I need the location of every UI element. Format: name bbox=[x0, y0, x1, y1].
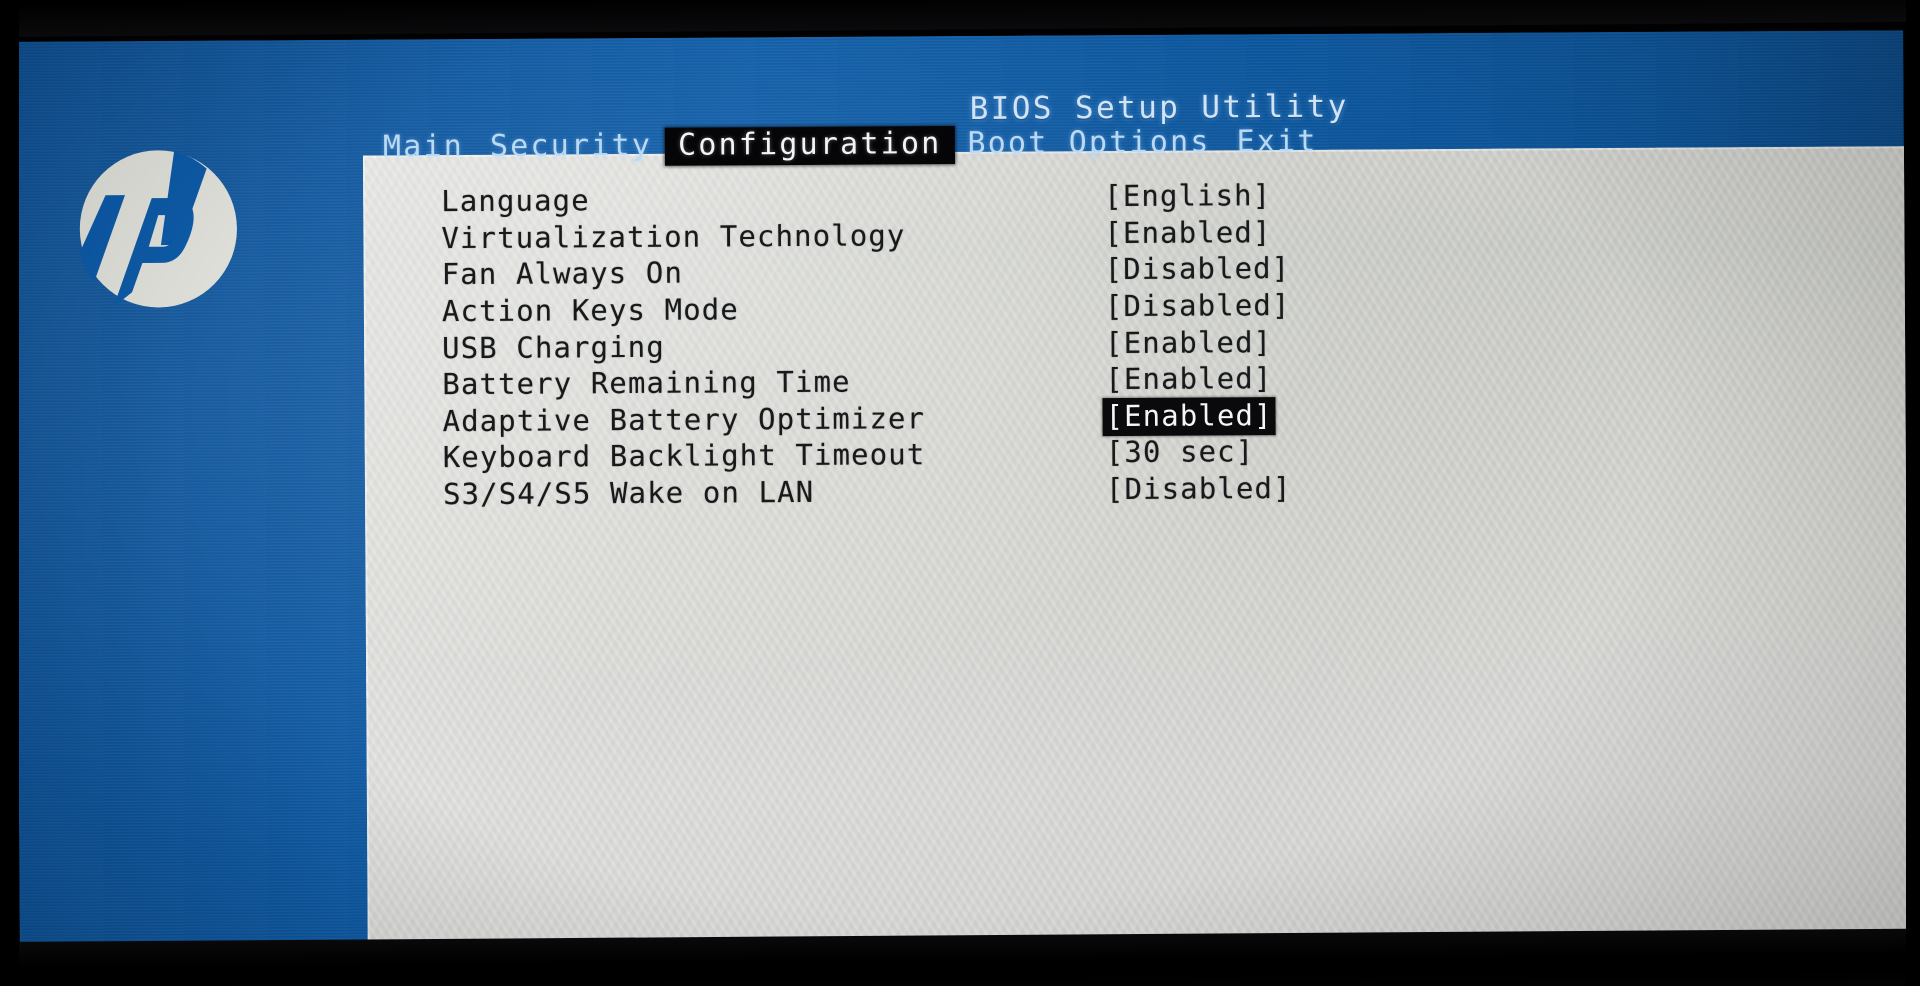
settings-panel: Language [English] Virtualization Techno… bbox=[362, 146, 1909, 950]
menu-item-exit[interactable]: Exit bbox=[1223, 123, 1330, 162]
setting-label: Fan Always On bbox=[441, 256, 684, 292]
setting-label: S3/S4/S5 Wake on LAN bbox=[442, 474, 815, 512]
setting-label: Keyboard Backlight Timeout bbox=[442, 437, 926, 475]
laptop-screen-photo: BIOS Setup Utility Main Security Configu… bbox=[0, 0, 1920, 986]
setting-label: Adaptive Battery Optimizer bbox=[442, 401, 926, 439]
setting-label: Language bbox=[441, 183, 590, 219]
setting-value[interactable]: [Enabled] bbox=[1102, 360, 1275, 399]
setting-row-s3-s4-s5-wake-on-lan[interactable]: S3/S4/S5 Wake on LAN [Disabled] bbox=[443, 467, 1909, 513]
setting-value[interactable]: [Enabled] bbox=[1102, 324, 1275, 363]
menu-item-configuration[interactable]: Configuration bbox=[664, 125, 955, 167]
setting-label: Battery Remaining Time bbox=[442, 364, 851, 402]
menu-item-security[interactable]: Security bbox=[477, 128, 665, 168]
setting-value[interactable]: [Disabled] bbox=[1102, 287, 1294, 326]
setting-label: Virtualization Technology bbox=[441, 218, 906, 256]
bezel-left bbox=[0, 0, 19, 986]
page-title: BIOS Setup Utility bbox=[969, 88, 1349, 127]
setting-label: Action Keys Mode bbox=[441, 292, 739, 329]
setting-value[interactable]: [Disabled] bbox=[1103, 470, 1295, 509]
bios-screen: BIOS Setup Utility Main Security Configu… bbox=[14, 30, 1909, 950]
setting-value[interactable]: [English] bbox=[1101, 177, 1274, 216]
menu-item-boot-options[interactable]: Boot Options bbox=[954, 124, 1223, 164]
menu-bar: Main Security Configuration Boot Options… bbox=[370, 124, 1331, 168]
setting-label: USB Charging bbox=[442, 329, 665, 365]
setting-value[interactable]: [Enabled] bbox=[1101, 214, 1274, 253]
setting-value-selected[interactable]: [Enabled] bbox=[1102, 396, 1276, 436]
menu-item-main[interactable]: Main bbox=[370, 129, 477, 168]
hp-logo bbox=[77, 147, 240, 310]
setting-value[interactable]: [30 sec] bbox=[1103, 434, 1258, 473]
bezel-right bbox=[1906, 0, 1920, 986]
setting-value[interactable]: [Disabled] bbox=[1102, 250, 1294, 289]
settings-list: Language [English] Virtualization Techno… bbox=[441, 174, 1909, 512]
